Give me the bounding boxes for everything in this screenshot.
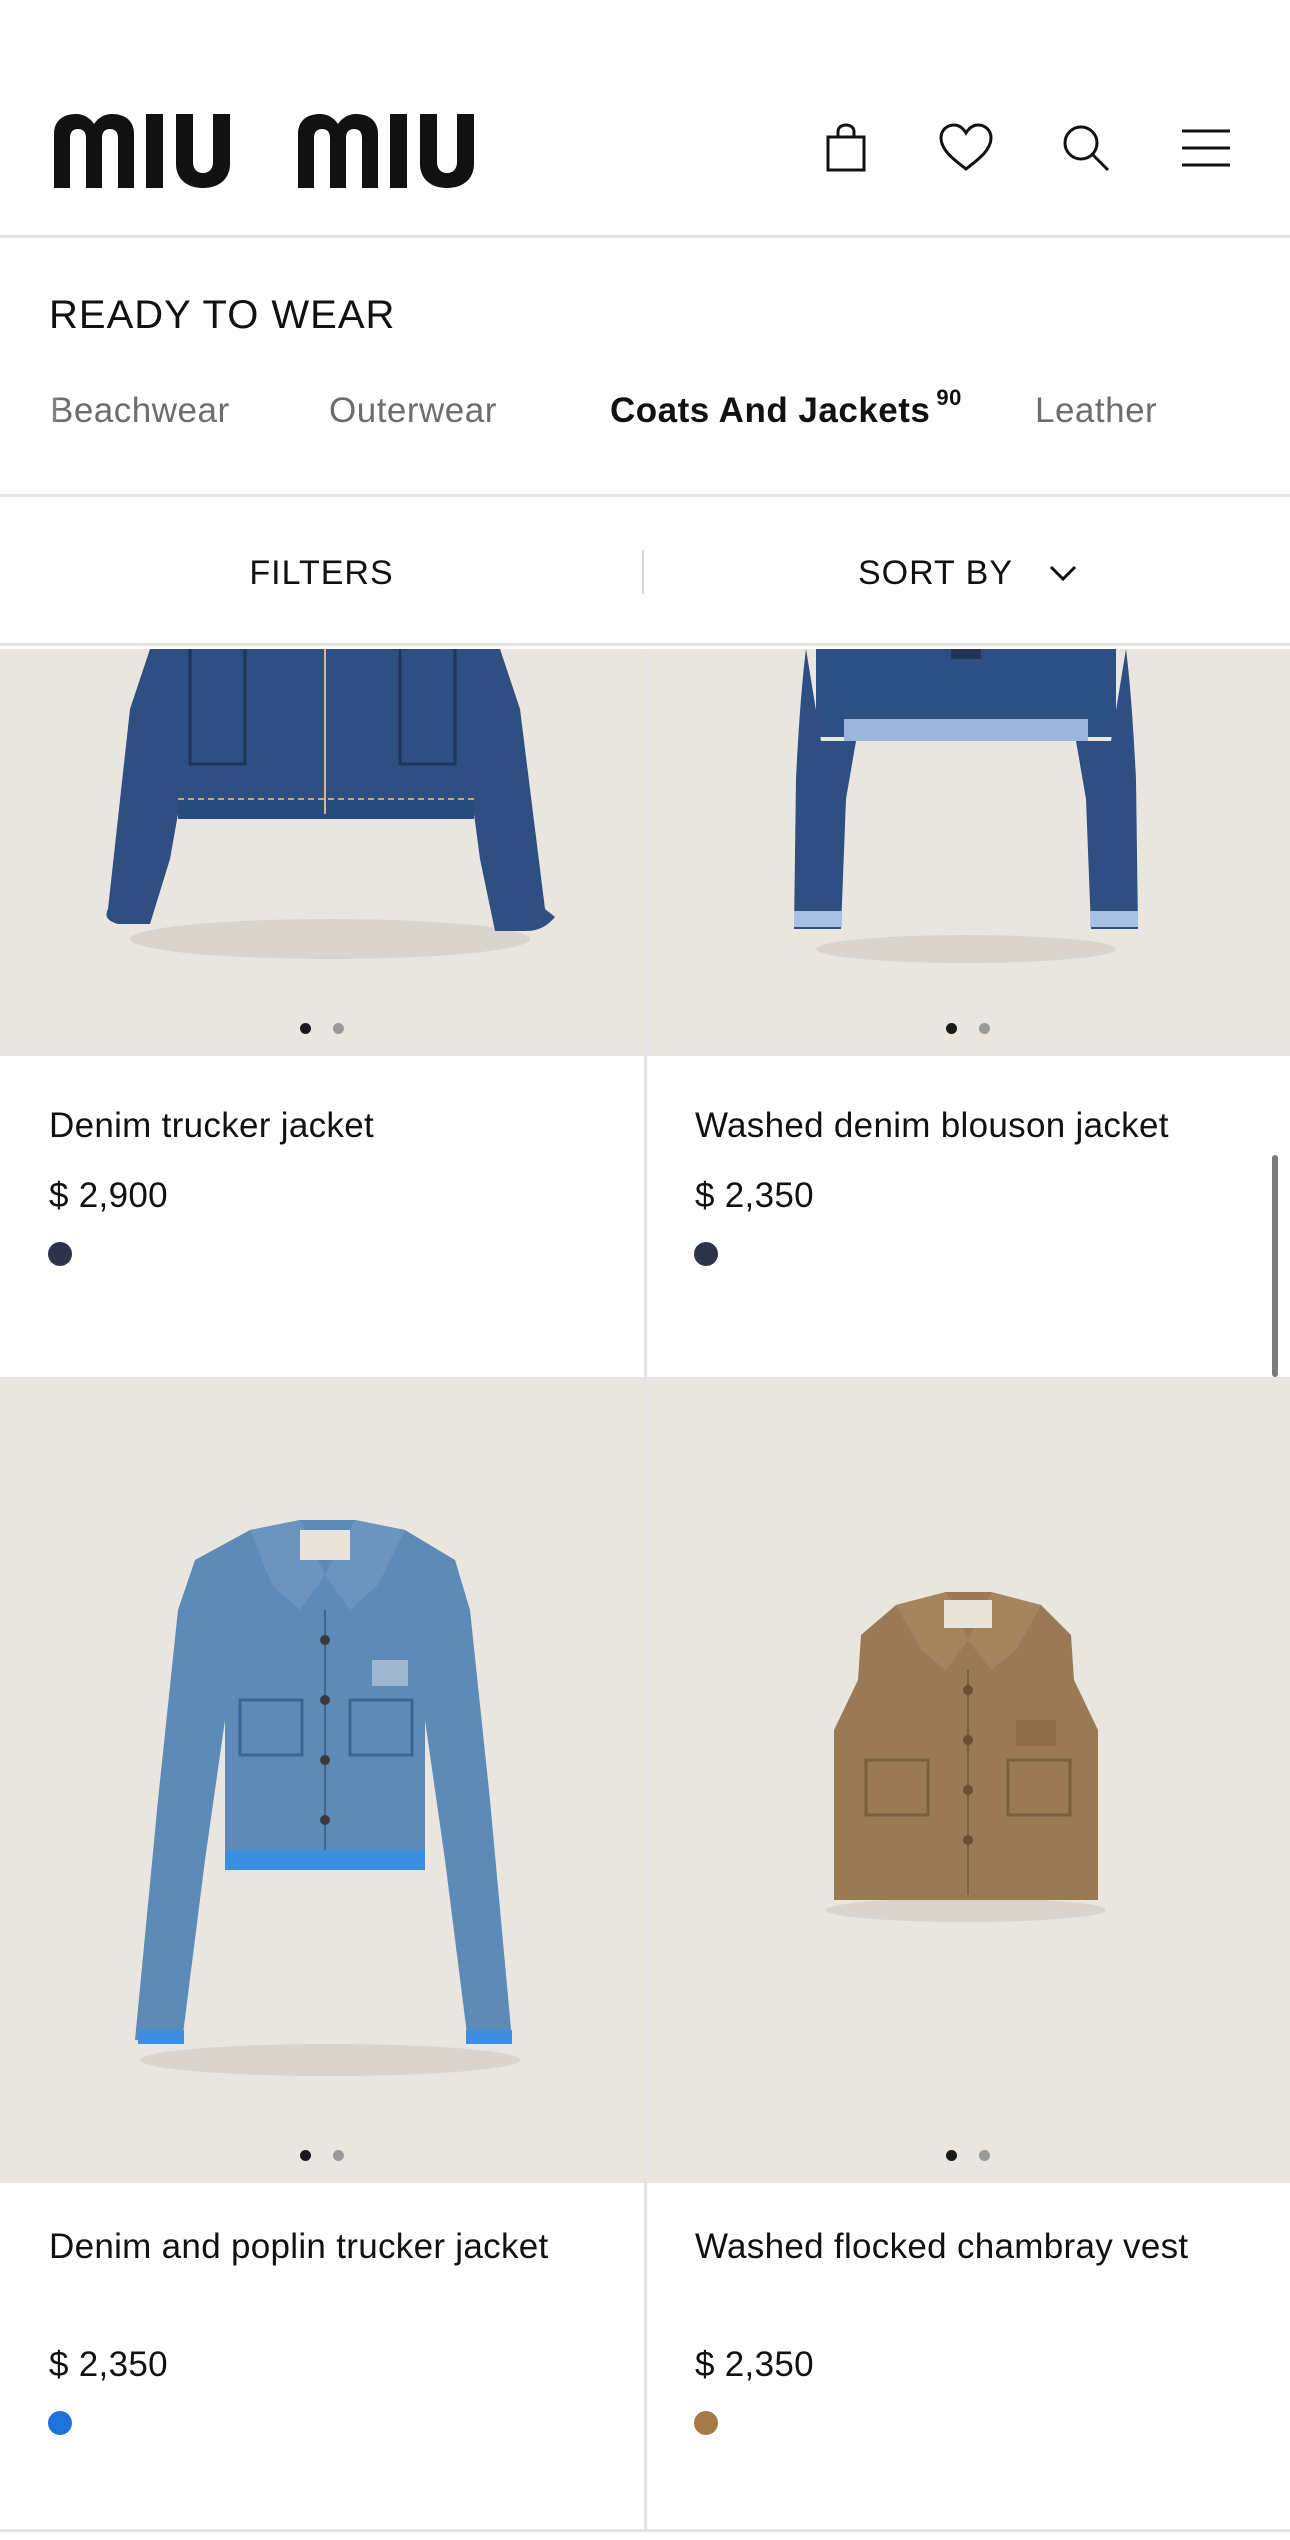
product-card[interactable]: Washed denim blouson jacket $ 2,350 <box>646 649 1290 1377</box>
product-name[interactable]: Denim and poplin trucker jacket <box>49 2223 609 2271</box>
tab-coats-and-jackets[interactable]: Coats And Jackets 90 <box>610 385 962 431</box>
toolbar-divider <box>642 550 644 594</box>
page-title: READY TO WEAR <box>49 293 396 337</box>
image-carousel-dots[interactable] <box>646 2150 1290 2161</box>
carousel-dot[interactable] <box>333 2150 344 2161</box>
scrollbar-thumb[interactable] <box>1272 1155 1278 1377</box>
color-swatch[interactable] <box>694 1242 718 1266</box>
heart-icon[interactable] <box>936 118 996 178</box>
product-info: Washed denim blouson jacket $ 2,350 <box>646 1056 1290 1377</box>
product-card[interactable]: Denim and poplin trucker jacket $ 2,350 <box>0 1380 644 2529</box>
carousel-dot[interactable] <box>979 1023 990 1034</box>
sort-by-button[interactable]: SORT BY <box>645 500 1290 646</box>
image-carousel-dots[interactable] <box>646 1023 1290 1034</box>
tab-beachwear[interactable]: Beachwear <box>50 391 230 431</box>
carousel-dot[interactable] <box>979 2150 990 2161</box>
color-swatch[interactable] <box>694 2411 718 2435</box>
shopping-bag-icon[interactable] <box>816 118 876 178</box>
product-price: $ 2,900 <box>49 1176 168 1215</box>
product-name[interactable]: Washed denim blouson jacket <box>695 1102 1255 1150</box>
category-section: READY TO WEAR Beachwear Outerwear Coats … <box>0 241 1290 497</box>
category-tabs: Beachwear Outerwear Coats And Jackets 90 … <box>0 385 1290 451</box>
chevron-down-icon <box>1049 565 1077 582</box>
filter-sort-bar: FILTERS SORT BY <box>0 500 1290 646</box>
carousel-dot[interactable] <box>946 2150 957 2161</box>
product-image[interactable] <box>646 1380 1290 2183</box>
product-grid: Denim trucker jacket $ 2,900 Washed deni… <box>0 649 1290 2540</box>
tab-count-badge: 90 <box>936 385 962 410</box>
color-swatch[interactable] <box>48 2411 72 2435</box>
image-carousel-dots[interactable] <box>0 2150 644 2161</box>
row-divider <box>0 2529 1290 2532</box>
filters-button[interactable]: FILTERS <box>0 500 643 646</box>
carousel-dot[interactable] <box>300 2150 311 2161</box>
product-info: Denim trucker jacket $ 2,900 <box>0 1056 644 1377</box>
column-divider <box>644 649 647 2529</box>
filters-label: FILTERS <box>249 553 394 592</box>
product-card[interactable]: Denim trucker jacket $ 2,900 <box>0 649 644 1377</box>
product-info: Washed flocked chambray vest $ 2,350 <box>646 2183 1290 2529</box>
product-image[interactable] <box>0 649 644 1056</box>
site-header <box>0 0 1290 238</box>
image-carousel-dots[interactable] <box>0 1023 644 1034</box>
sort-by-label: SORT BY <box>857 553 1014 592</box>
product-name[interactable]: Washed flocked chambray vest <box>695 2223 1255 2271</box>
product-price: $ 2,350 <box>695 2345 814 2384</box>
carousel-dot[interactable] <box>300 1023 311 1034</box>
tabs-fade-left <box>0 391 60 451</box>
color-swatch[interactable] <box>48 1242 72 1266</box>
product-price: $ 2,350 <box>49 2345 168 2384</box>
carousel-dot[interactable] <box>946 1023 957 1034</box>
product-image[interactable] <box>646 649 1290 1056</box>
product-name[interactable]: Denim trucker jacket <box>49 1102 609 1150</box>
carousel-dot[interactable] <box>333 1023 344 1034</box>
product-card[interactable]: Washed flocked chambray vest $ 2,350 <box>646 1380 1290 2529</box>
tab-leather[interactable]: Leather <box>1035 391 1157 431</box>
tab-coats-and-jackets-label: Coats And Jackets <box>610 391 931 430</box>
tab-outerwear[interactable]: Outerwear <box>329 391 497 431</box>
product-info: Denim and poplin trucker jacket $ 2,350 <box>0 2183 644 2529</box>
search-icon[interactable] <box>1056 118 1116 178</box>
product-price: $ 2,350 <box>695 1176 814 1215</box>
miu-miu-logo[interactable] <box>52 112 502 188</box>
product-image[interactable] <box>0 1380 644 2183</box>
menu-icon[interactable] <box>1176 118 1236 178</box>
